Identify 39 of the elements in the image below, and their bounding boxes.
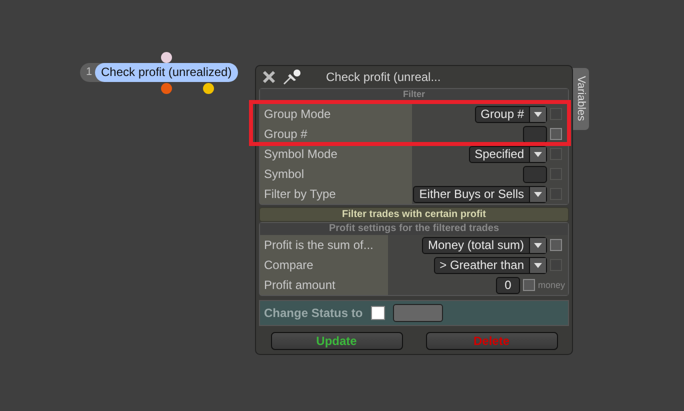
row-label: Symbol Mode — [260, 144, 412, 164]
pin-icon[interactable] — [282, 69, 302, 85]
port-dot[interactable] — [203, 83, 214, 94]
dropdown[interactable]: Money (total sum) — [422, 236, 547, 254]
row-label: Symbol — [260, 164, 412, 184]
caret-icon — [534, 262, 542, 268]
checkbox[interactable] — [370, 306, 385, 320]
input-field[interactable] — [523, 126, 547, 142]
node-label[interactable]: Check profit (unrealized) — [95, 63, 238, 82]
row-label: Profit is the sum of... — [260, 235, 388, 255]
close-icon[interactable] — [262, 70, 276, 84]
row-label: Profit amount — [260, 275, 388, 295]
update-button[interactable]: Update — [270, 332, 402, 350]
panel-title: Check profit (unreal... — [326, 70, 441, 84]
port-dot[interactable] — [161, 52, 172, 63]
row-label: Group # — [260, 124, 412, 144]
status-label: Change Status to — [264, 306, 363, 320]
checkbox[interactable] — [550, 128, 562, 140]
checkbox[interactable] — [550, 239, 562, 251]
row-label: Filter by Type — [260, 184, 412, 204]
caret-icon — [534, 152, 542, 156]
dropdown[interactable]: > Greather than — [434, 256, 547, 274]
dropdown[interactable]: Either Buys or Sells — [413, 186, 547, 202]
section-header: Profit settings for the filtered trades — [260, 223, 568, 235]
row-label: Group Mode — [260, 104, 412, 124]
dropdown[interactable]: Group # — [474, 106, 547, 122]
color-field[interactable] — [392, 304, 443, 322]
side-tab[interactable]: Variables — [572, 68, 589, 130]
caret-icon — [534, 242, 542, 248]
caret-icon — [534, 112, 542, 116]
input-field[interactable]: 0 — [496, 276, 520, 294]
input-field[interactable] — [523, 166, 547, 182]
row-label: Compare — [260, 255, 388, 275]
dropdown[interactable]: Specified — [468, 146, 547, 162]
caret-icon — [534, 192, 542, 196]
checkbox[interactable] — [522, 279, 535, 291]
port-dot[interactable] — [161, 83, 172, 94]
section-bar: Filter trades with certain profit — [259, 207, 569, 222]
unit-label: money — [538, 280, 565, 290]
